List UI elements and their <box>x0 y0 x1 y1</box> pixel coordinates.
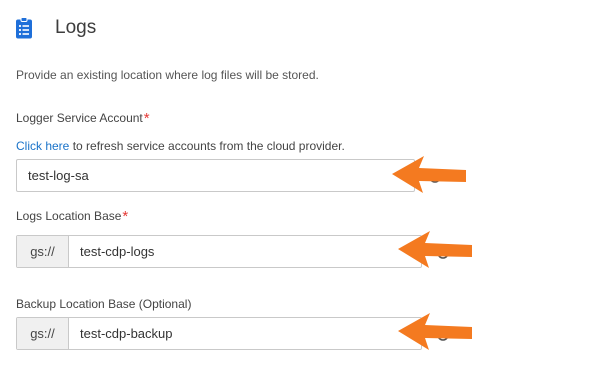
page-title: Logs <box>55 17 97 38</box>
clipboard-list-icon <box>16 17 32 39</box>
logger-service-account-select[interactable]: test-log-sa <box>16 159 415 192</box>
refresh-accounts-link[interactable]: Click here <box>16 139 69 153</box>
logs-location-base-label: Logs Location Base* <box>16 208 129 225</box>
gs-prefix: gs:// <box>17 318 69 349</box>
arrow-icon <box>398 313 472 350</box>
field-label-text: Backup Location Base (Optional) <box>16 297 192 311</box>
logs-location-base-input[interactable]: gs:// test-cdp-logs <box>16 235 422 268</box>
required-marker: * <box>143 110 150 127</box>
gs-prefix: gs:// <box>17 236 69 267</box>
backup-location-base-label: Backup Location Base (Optional) <box>16 297 191 311</box>
selected-value: test-log-sa <box>28 168 89 183</box>
section-header: Logs <box>15 16 96 40</box>
backup-location-base-input[interactable]: gs:// test-cdp-backup <box>16 317 422 350</box>
arrow-icon <box>392 156 466 193</box>
input-value: test-cdp-logs <box>80 244 155 259</box>
field-label-text: Logger Service Account <box>16 111 143 125</box>
refresh-hint-text: to refresh service accounts from the clo… <box>69 139 345 153</box>
required-marker: * <box>122 208 129 225</box>
refresh-hint: Click here to refresh service accounts f… <box>16 139 345 153</box>
field-label-text: Logs Location Base <box>16 209 122 223</box>
section-description: Provide an existing location where log f… <box>16 68 319 82</box>
arrow-icon <box>398 231 472 268</box>
input-value: test-cdp-backup <box>80 326 173 341</box>
logger-service-account-label: Logger Service Account* <box>16 110 150 127</box>
